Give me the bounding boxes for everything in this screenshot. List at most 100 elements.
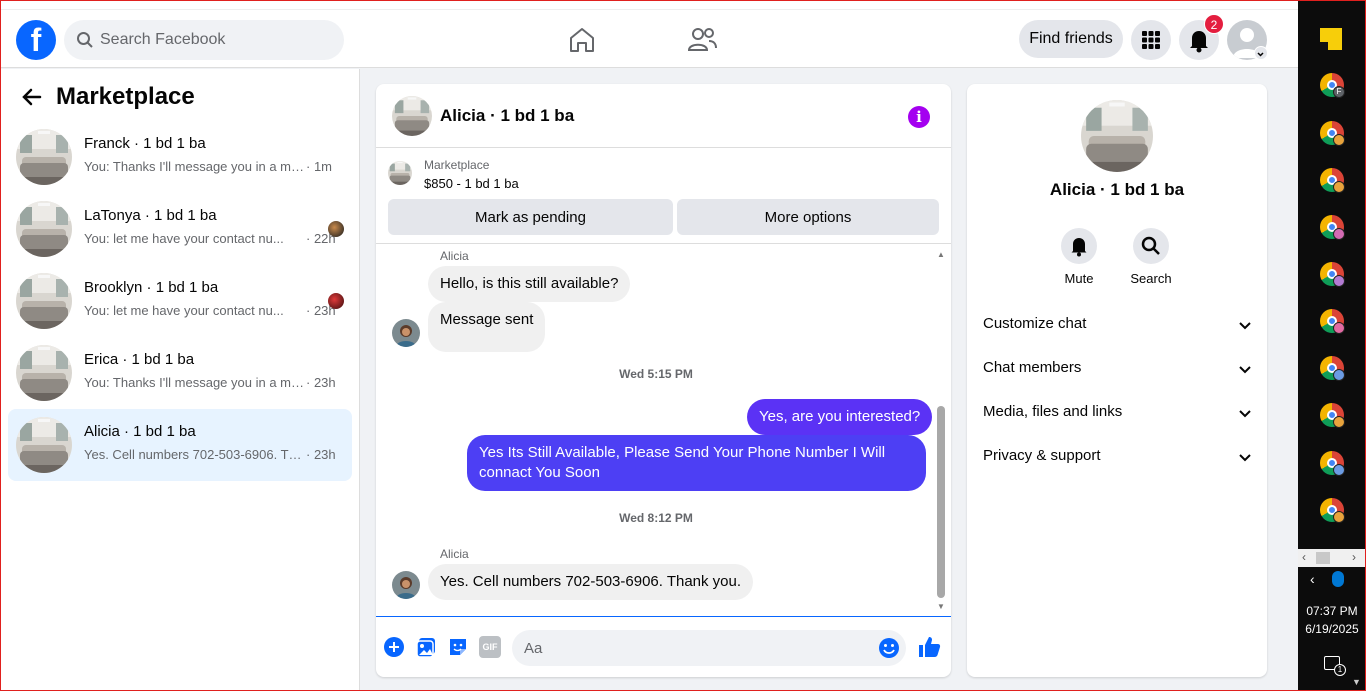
sticky-notes-icon[interactable] [1320, 28, 1342, 50]
search-in-conversation-button[interactable]: Search [1121, 228, 1181, 286]
row-label: Customize chat [983, 315, 1087, 332]
outgoing-message[interactable]: Yes Its Still Available, Please Send You… [467, 435, 926, 491]
chrome-profile-icon[interactable]: F [1320, 73, 1345, 98]
outgoing-message[interactable]: Yes, are you interested? [747, 399, 933, 435]
conversation-item[interactable]: Brooklyn · 1 bd 1 ba You: let me have yo… [8, 265, 352, 337]
marketplace-sidebar: Marketplace Franck · 1 bd 1 ba You: Than… [0, 69, 360, 691]
chrome-profile-icon[interactable] [1320, 168, 1345, 193]
search-box[interactable] [64, 20, 344, 60]
listing-summary: Marketplace $850 - 1 bd 1 ba Mark as pen… [376, 148, 951, 244]
incoming-message[interactable]: Yes. Cell numbers 702-503-6906. Thank yo… [428, 564, 754, 600]
mute-label: Mute [1064, 271, 1094, 286]
message-sender-name: Alicia [440, 249, 469, 263]
conversation-info-panel: Alicia · 1 bd 1 ba Mute Search Customize… [967, 84, 1267, 677]
more-options-button[interactable]: More options [677, 199, 939, 235]
conversation-name: LaTonya · 1 bd 1 ba [84, 207, 217, 224]
friends-icon[interactable] [684, 24, 720, 56]
listing-thumbnail [16, 129, 72, 185]
sender-avatar[interactable] [392, 319, 420, 347]
chrome-profile-icon[interactable] [1320, 498, 1345, 523]
row-label: Media, files and links [983, 403, 1123, 420]
scroll-down-arrow-icon[interactable]: ▼ [1352, 677, 1361, 687]
message-thread[interactable]: Alicia Hello, is this still available? M… [376, 245, 951, 616]
facebook-logo-icon[interactable]: f [16, 20, 56, 60]
scroll-left-arrow-icon[interactable]: ‹ [1302, 550, 1306, 564]
photo-icon[interactable] [415, 636, 437, 658]
search-icon [77, 32, 93, 48]
info-name[interactable]: Alicia · 1 bd 1 ba [967, 180, 1267, 200]
chat-members-row[interactable]: Chat members [975, 347, 1259, 391]
scroll-up-arrow-icon[interactable]: ▲ [936, 250, 946, 259]
menu-grid-button[interactable] [1131, 20, 1171, 60]
message-input-box[interactable] [512, 630, 906, 666]
mark-as-pending-button[interactable]: Mark as pending [388, 199, 673, 235]
chevron-down-icon [1239, 410, 1251, 418]
conversation-preview: Yes. Cell numbers 702-503-6906. Th... [84, 447, 306, 462]
customize-chat-row[interactable]: Customize chat [975, 303, 1259, 347]
conversation-item-active[interactable]: Alicia · 1 bd 1 ba Yes. Cell numbers 702… [8, 409, 352, 481]
listing-thumbnail [388, 161, 412, 185]
privacy-support-row[interactable]: Privacy & support [975, 435, 1259, 479]
conversation-time: · 23h [306, 375, 336, 390]
row-label: Chat members [983, 359, 1082, 376]
row-label: Privacy & support [983, 447, 1101, 464]
timestamp: Wed 8:12 PM [619, 511, 693, 525]
chat-avatar[interactable] [392, 96, 432, 136]
chevron-down-icon [1239, 366, 1251, 374]
home-icon[interactable] [564, 24, 600, 56]
plus-circle-icon[interactable] [383, 636, 405, 658]
account-chevron-down-icon[interactable] [1254, 46, 1268, 60]
emoji-icon[interactable] [878, 637, 900, 659]
message-input[interactable] [524, 630, 864, 666]
scrollbar-thumb[interactable] [1316, 552, 1330, 564]
conversation-time: · 1m [306, 159, 332, 174]
thumbs-up-icon[interactable] [917, 635, 941, 659]
scrollbar-thumb[interactable] [937, 406, 945, 598]
conversation-preview: You: Thanks I'll message you in a mo... [84, 375, 306, 390]
chrome-profile-icon[interactable] [1320, 309, 1345, 334]
listing-source: Marketplace [424, 158, 490, 172]
media-files-links-row[interactable]: Media, files and links [975, 391, 1259, 435]
listing-price[interactable]: $850 - 1 bd 1 ba [424, 176, 519, 191]
chrome-profile-icon[interactable] [1320, 215, 1345, 240]
gif-icon[interactable]: GIF [479, 636, 501, 658]
search-input[interactable] [100, 20, 330, 60]
message-sender-name: Alicia [440, 547, 469, 561]
scroll-down-arrow-icon[interactable]: ▼ [936, 602, 946, 611]
message-composer: GIF [376, 616, 951, 677]
info-avatar[interactable] [1081, 100, 1153, 172]
conversation-item[interactable]: Franck · 1 bd 1 ba You: Thanks I'll mess… [8, 121, 352, 193]
conversation-name: Brooklyn · 1 bd 1 ba [84, 279, 219, 296]
conversation-item[interactable]: Erica · 1 bd 1 ba You: Thanks I'll messa… [8, 337, 352, 409]
conversation-item[interactable]: LaTonya · 1 bd 1 ba You: let me have you… [8, 193, 352, 265]
conversation-name: Alicia · 1 bd 1 ba [84, 423, 196, 440]
bluetooth-icon[interactable] [1332, 571, 1344, 587]
scroll-right-arrow-icon[interactable]: › [1352, 550, 1356, 564]
conversation-preview: You: let me have your contact nu... [84, 231, 284, 246]
conversation-name: Franck · 1 bd 1 ba [84, 135, 206, 152]
incoming-message[interactable]: Hello, is this still available? [428, 266, 631, 302]
chrome-profile-icon[interactable] [1320, 451, 1345, 476]
search-icon [1141, 236, 1160, 255]
chrome-profile-icon[interactable] [1320, 262, 1345, 287]
info-icon[interactable]: i [908, 106, 930, 128]
clock-time[interactable]: 07:37 PM [1298, 604, 1366, 618]
incoming-message[interactable]: Message sent [428, 302, 546, 352]
sidebar-title: Marketplace [56, 83, 195, 110]
sticker-icon[interactable] [447, 636, 469, 658]
find-friends-button[interactable]: Find friends [1019, 20, 1123, 58]
clock-date[interactable]: 6/19/2025 [1298, 622, 1366, 636]
chrome-profile-icon[interactable] [1320, 403, 1345, 428]
chrome-profile-icon[interactable] [1320, 356, 1345, 381]
listing-thumbnail [16, 417, 72, 473]
conversation-time: · 23h [306, 447, 336, 462]
chat-header: Alicia · 1 bd 1 ba i [376, 84, 951, 148]
chrome-profile-icon[interactable] [1320, 121, 1345, 146]
show-hidden-icons-icon[interactable]: ‹ [1310, 571, 1315, 587]
listing-thumbnail [16, 201, 72, 257]
taskbar-scrollbar[interactable]: ‹ › [1298, 549, 1366, 567]
mute-button[interactable]: Mute [1049, 228, 1109, 286]
back-arrow-icon[interactable] [20, 85, 44, 109]
chat-title[interactable]: Alicia · 1 bd 1 ba [440, 106, 574, 126]
sender-avatar[interactable] [392, 571, 420, 599]
